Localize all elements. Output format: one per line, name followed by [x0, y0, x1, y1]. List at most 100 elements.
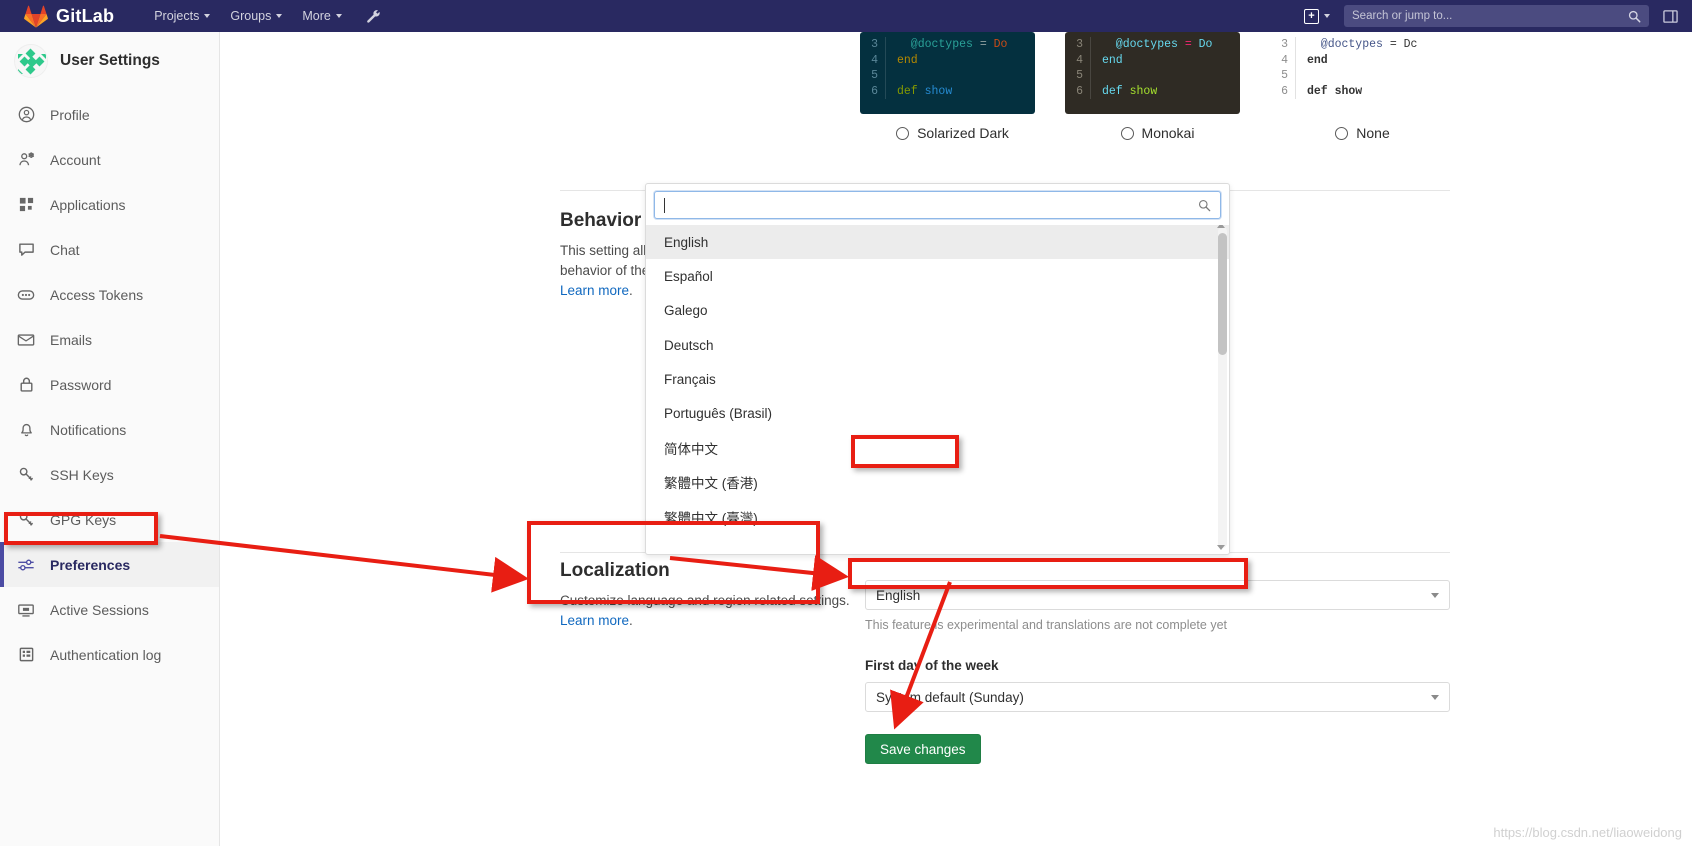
- chat-bubble-icon: [16, 240, 36, 260]
- key-icon: [16, 465, 36, 485]
- sidebar-item-authentication-log[interactable]: Authentication log: [0, 632, 219, 677]
- sidebar-item-label: Account: [50, 151, 101, 168]
- first-day-select-value: System default (Sunday): [876, 689, 1024, 705]
- sidebar-item-label: Active Sessions: [50, 601, 149, 618]
- nav-groups[interactable]: Groups: [220, 0, 292, 32]
- sidebar-item-notifications[interactable]: Notifications: [0, 407, 219, 452]
- theme-label: Monokai: [1141, 125, 1195, 141]
- sidebar-item-account[interactable]: Account: [0, 137, 219, 182]
- sidebar-item-applications[interactable]: Applications: [0, 182, 219, 227]
- top-navigation-bar: GitLab Projects Groups More + Search or …: [0, 0, 1692, 32]
- theme-option-solarized-dark: 3 @doctypes = Do 4 end 5 6 def show Solari…: [860, 32, 1045, 141]
- user-settings-sidebar: User Settings Profile Account Applicatio…: [0, 32, 220, 846]
- first-day-select[interactable]: System default (Sunday): [865, 682, 1450, 712]
- log-list-icon: [16, 645, 36, 665]
- applications-grid-icon: [16, 195, 36, 215]
- line-number: 6: [1270, 83, 1296, 99]
- wrench-glyph: [366, 9, 380, 23]
- sidebar-item-chat[interactable]: Chat: [0, 227, 219, 272]
- theme-radio-monokai[interactable]: Monokai: [1065, 125, 1250, 141]
- sidebar-item-gpg-keys[interactable]: GPG Keys: [0, 497, 219, 542]
- language-option-label: 繁體中文 (香港): [664, 476, 758, 492]
- scroll-up-arrow-icon[interactable]: [1216, 225, 1225, 230]
- sidebar-item-active-sessions[interactable]: Active Sessions: [0, 587, 219, 632]
- language-option-traditional-chinese-tw[interactable]: 繁體中文 (臺灣): [646, 499, 1229, 533]
- sidebar-item-label: Notifications: [50, 421, 127, 438]
- theme-option-none: 3 @doctypes = Dc 4 end 5 6 def show None: [1270, 32, 1455, 141]
- line-number: 3: [1065, 37, 1091, 53]
- language-option-label: Português (Brasil): [664, 406, 773, 422]
- wrench-icon[interactable]: [366, 9, 381, 24]
- gitlab-logo-link[interactable]: GitLab: [24, 5, 114, 28]
- nav-projects[interactable]: Projects: [144, 0, 220, 32]
- dropdown-scrollbar[interactable]: [1216, 225, 1227, 550]
- language-option-label: 简体中文: [664, 441, 718, 457]
- dropdown-search-wrap: [646, 184, 1229, 225]
- localization-learn-more-link[interactable]: Learn more: [560, 613, 629, 628]
- search-input[interactable]: Search or jump to...: [1344, 5, 1649, 27]
- watermark-text: https://blog.csdn.net/liaoweidong: [1493, 825, 1682, 840]
- language-option-list: English Español Galego Deutsch Français …: [646, 225, 1229, 550]
- monitor-icon: [16, 600, 36, 620]
- localization-description-text: Customize language and region related se…: [560, 593, 850, 608]
- language-option-label: Galego: [664, 303, 708, 319]
- dropdown-scroll-thumb[interactable]: [1218, 233, 1227, 355]
- sidebar-item-label: SSH Keys: [50, 466, 114, 483]
- theme-label: None: [1356, 125, 1390, 141]
- sidebar-item-label: Emails: [50, 331, 93, 348]
- sidebar-item-label: Profile: [50, 106, 90, 123]
- syntax-theme-options: 3 @doctypes = Do 4 end 5 6 def show Solari…: [860, 32, 1475, 141]
- radio-icon: [1120, 126, 1134, 140]
- code-preview-solarized-dark: 3 @doctypes = Do 4 end 5 6 def show: [860, 32, 1035, 114]
- sidebar-item-ssh-keys[interactable]: SSH Keys: [0, 452, 219, 497]
- user-circle-icon: [16, 105, 36, 125]
- language-option-label: English: [664, 234, 709, 250]
- sidebar-toggle-icon[interactable]: [1663, 9, 1678, 24]
- theme-radio-solarized-dark[interactable]: Solarized Dark: [860, 125, 1045, 141]
- localization-description: Customize language and region related se…: [560, 591, 850, 631]
- chevron-down-icon: [1431, 694, 1439, 700]
- nav-groups-label: Groups: [230, 9, 272, 23]
- line-number: 5: [860, 68, 886, 84]
- sidebar-item-label: Access Tokens: [50, 286, 144, 303]
- plus-icon: +: [1304, 8, 1319, 24]
- nav-projects-label: Projects: [154, 9, 200, 23]
- radio-icon: [896, 126, 910, 140]
- line-number: 6: [1065, 83, 1091, 99]
- sidebar-item-profile[interactable]: Profile: [0, 92, 219, 137]
- localization-period: .: [629, 613, 633, 628]
- nav-more[interactable]: More: [292, 0, 351, 32]
- account-gear-icon: [16, 150, 36, 170]
- theme-option-monokai: 3 @doctypes = Do 4 end 5 6 def show Monoka…: [1065, 32, 1250, 141]
- scroll-down-arrow-icon[interactable]: [1216, 543, 1225, 550]
- save-changes-button[interactable]: Save changes: [865, 734, 981, 764]
- search-placeholder: Search or jump to...: [1352, 10, 1453, 22]
- language-option-traditional-chinese-hk[interactable]: 繁體中文 (香港): [646, 465, 1229, 499]
- language-option-francais[interactable]: Français: [646, 362, 1229, 396]
- sidebar-item-access-tokens[interactable]: Access Tokens: [0, 272, 219, 317]
- sidebar-item-password[interactable]: Password: [0, 362, 219, 407]
- chevron-down-icon: [276, 14, 283, 18]
- language-select[interactable]: English: [865, 580, 1450, 610]
- sidebar-item-emails[interactable]: Emails: [0, 317, 219, 362]
- localization-title: Localization: [560, 560, 670, 581]
- radio-icon: [1335, 126, 1349, 140]
- sidebar-header: User Settings: [0, 32, 219, 90]
- language-option-label: Español: [664, 268, 713, 284]
- language-hint: This feature is experimental and transla…: [865, 618, 1227, 632]
- language-option-portugues-brasil[interactable]: Português (Brasil): [646, 396, 1229, 430]
- new-item-button[interactable]: +: [1298, 8, 1336, 24]
- language-option-galego[interactable]: Galego: [646, 294, 1229, 328]
- language-option-simplified-chinese[interactable]: 简体中文: [646, 431, 1229, 465]
- language-option-deutsch[interactable]: Deutsch: [646, 328, 1229, 362]
- behavior-learn-more-link[interactable]: Learn more: [560, 283, 629, 298]
- envelope-icon: [16, 330, 36, 350]
- language-option-english[interactable]: English: [646, 225, 1229, 260]
- sidebar-item-label: Password: [50, 376, 112, 393]
- language-option-espanol[interactable]: Español: [646, 259, 1229, 293]
- first-day-label: First day of the week: [865, 658, 999, 673]
- dropdown-search-input[interactable]: [654, 191, 1221, 219]
- sidebar-item-preferences[interactable]: Preferences: [0, 542, 219, 587]
- theme-radio-none[interactable]: None: [1270, 125, 1455, 141]
- sidebar-toggle-glyph: [1663, 9, 1678, 23]
